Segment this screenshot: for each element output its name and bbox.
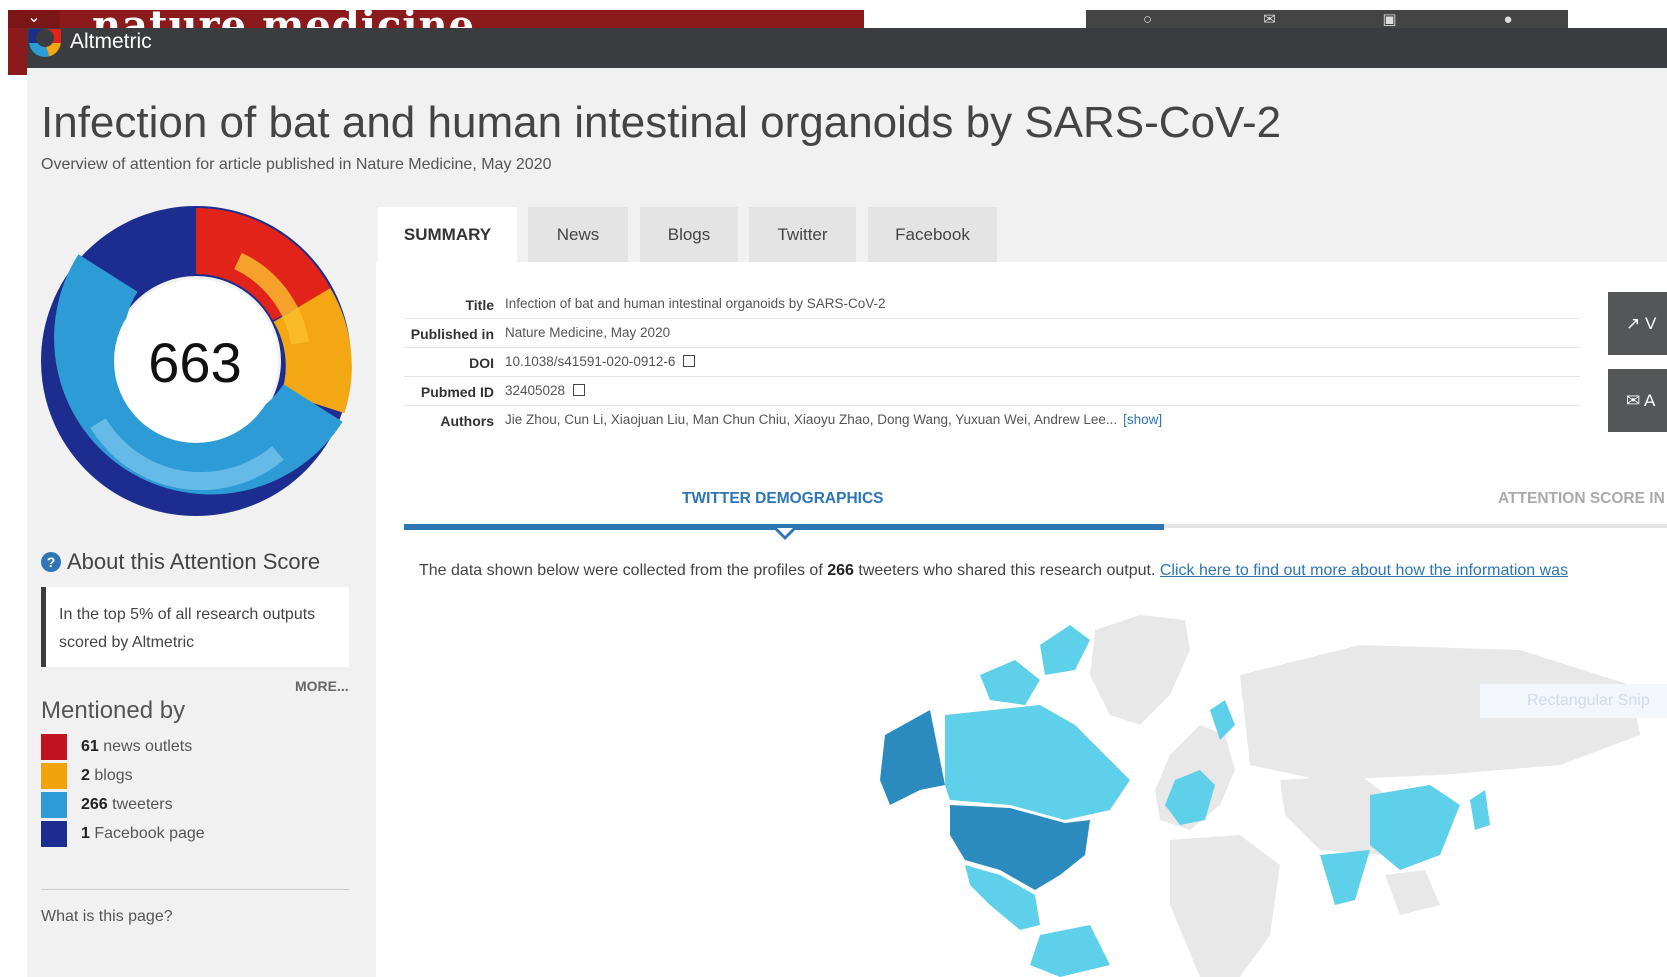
help-icon[interactable]: ?	[41, 552, 61, 572]
mention-tweeters[interactable]: 266 tweeters	[81, 796, 173, 814]
attention-score-value: 663	[148, 331, 242, 394]
tab-twitter[interactable]: Twitter	[749, 207, 856, 262]
note-text-2: tweeters who shared this research output…	[853, 562, 1160, 579]
mention-facebook[interactable]: 1 Facebook page	[81, 825, 205, 843]
map-canada-islands[interactable]	[980, 660, 1040, 705]
tab-attention-score-in-context[interactable]: ATTENTION SCORE IN	[1498, 490, 1667, 508]
what-is-this-page-link[interactable]: What is this page?	[41, 908, 173, 926]
alert-button-label: A	[1644, 391, 1656, 410]
tab-blogs[interactable]: Blogs	[640, 207, 738, 262]
nature-medicine-logo[interactable]: nature medicine	[92, 0, 652, 28]
chevron-down-icon[interactable]: ⌄	[8, 10, 60, 28]
alert-button[interactable]: ✉ A	[1608, 369, 1667, 432]
blogs-color-swatch	[41, 763, 67, 789]
map-south-america[interactable]	[1030, 925, 1110, 977]
title-value: Infection of bat and human intestinal or…	[505, 296, 886, 311]
page-subtitle: Overview of attention for article publis…	[41, 156, 552, 173]
note-text: The data shown below were collected from…	[419, 562, 828, 579]
authors-show-link[interactable]: [show]	[1123, 412, 1162, 427]
map-snip-overlay: Rectangular Snip	[1480, 684, 1667, 718]
news-color-swatch	[41, 734, 67, 760]
tab-facebook[interactable]: Facebook	[868, 207, 997, 262]
altmetric-brand[interactable]: Altmetric	[70, 30, 152, 54]
authors-label: Authors	[440, 413, 494, 429]
external-link-icon[interactable]	[573, 384, 586, 396]
about-score-heading[interactable]: About this Attention Score	[67, 549, 320, 575]
more-info-link[interactable]: Click here to find out more about how th…	[1160, 562, 1568, 579]
authors-value: Jie Zhou, Cun Li, Xiaojuan Liu, Man Chun…	[505, 412, 1118, 427]
external-link-icon: ↗	[1626, 314, 1641, 333]
row-divider	[404, 376, 1580, 377]
doi-row[interactable]: 10.1038/s41591-020-0912-6	[505, 354, 696, 369]
published-label: Published in	[410, 326, 494, 342]
map-africa[interactable]	[1170, 835, 1280, 977]
mention-count: 266	[81, 796, 108, 813]
mention-blogs[interactable]: 2 blogs	[81, 767, 133, 785]
mention-count: 61	[81, 738, 99, 755]
data-collection-note: The data shown below were collected from…	[419, 562, 1568, 580]
pubmed-row[interactable]: 32405028	[505, 383, 586, 398]
search-icon[interactable]: ○	[1086, 10, 1211, 30]
row-divider	[404, 318, 1580, 319]
tab-summary[interactable]: SUMMARY	[378, 207, 517, 263]
mention-label: tweeters	[112, 796, 173, 813]
more-link[interactable]: MORE...	[295, 678, 349, 694]
download-icon[interactable]: ▣	[1328, 10, 1453, 30]
pubmed-value[interactable]: 32405028	[505, 383, 565, 398]
map-india[interactable]	[1320, 850, 1370, 905]
altmetric-topbar	[27, 28, 1667, 68]
world-map[interactable]	[840, 605, 1667, 977]
altmetric-logo-center	[36, 29, 54, 47]
tweeter-count: 266	[827, 562, 854, 579]
map-china[interactable]	[1370, 785, 1460, 870]
map-japan[interactable]	[1470, 790, 1490, 830]
mention-count: 2	[81, 767, 90, 784]
pubmed-label: Pubmed ID	[420, 384, 494, 400]
map-greenland[interactable]	[1090, 615, 1190, 725]
map-southeast-asia[interactable]	[1385, 870, 1440, 915]
mention-count: 1	[81, 825, 90, 842]
row-divider	[404, 405, 1580, 406]
row-divider	[404, 347, 1580, 348]
tab-caret-inner	[777, 528, 793, 536]
map-arctic-canada[interactable]	[1040, 625, 1090, 675]
doi-value[interactable]: 10.1038/s41591-020-0912-6	[505, 354, 675, 369]
published-value: Nature Medicine, May 2020	[505, 325, 671, 340]
mention-label: Facebook page	[94, 825, 205, 842]
tab-twitter-demographics[interactable]: TWITTER DEMOGRAPHICS	[682, 490, 884, 508]
divider	[41, 889, 349, 890]
doi-label: DOI	[469, 355, 494, 371]
about-score-text: In the top 5% of all research outputs sc…	[59, 606, 316, 651]
view-button[interactable]: ↗ V	[1608, 292, 1667, 355]
user-icon[interactable]: ●	[1448, 10, 1568, 30]
donut-segment-blogs	[273, 288, 352, 414]
view-button-label: V	[1644, 314, 1657, 333]
tab-news[interactable]: News	[528, 207, 628, 262]
mention-label: news outlets	[103, 738, 193, 755]
page-title: Infection of bat and human intestinal or…	[41, 98, 1282, 147]
mention-news[interactable]: 61 news outlets	[81, 738, 192, 756]
mention-label: blogs	[94, 767, 133, 784]
authors-row: Jie Zhou, Cun Li, Xiaojuan Liu, Man Chun…	[505, 412, 1162, 427]
twitter-color-swatch	[41, 792, 67, 818]
mail-icon[interactable]: ✉	[1208, 10, 1333, 30]
mentioned-by-heading: Mentioned by	[41, 697, 186, 724]
title-label: Title	[465, 297, 494, 313]
external-link-icon[interactable]	[683, 355, 696, 367]
facebook-color-swatch	[41, 821, 67, 847]
mail-icon: ✉	[1626, 391, 1641, 410]
map-canada[interactable]	[945, 705, 1130, 820]
map-alaska[interactable]	[880, 710, 945, 805]
